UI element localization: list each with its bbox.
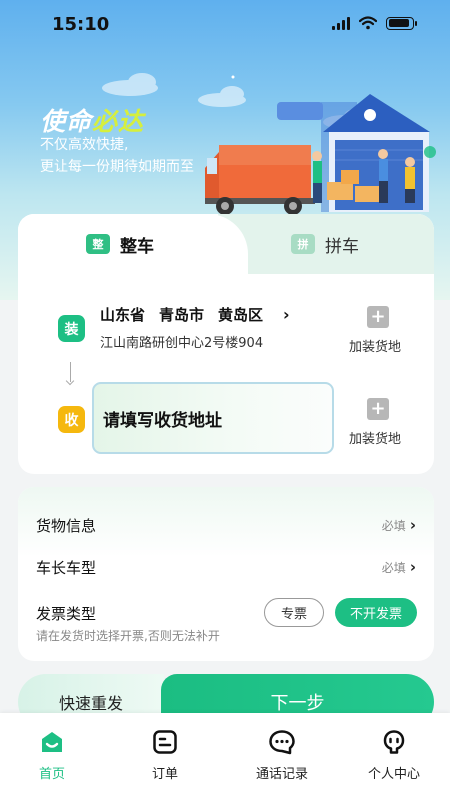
tab-whole-truck[interactable]: 整 整车 (86, 214, 154, 274)
origin-district: 黄岛区 (218, 306, 264, 324)
tabbar-call-records[interactable]: 通话记录 (232, 729, 332, 782)
no-invoice-button[interactable]: 不开发票 (335, 598, 417, 627)
origin-detail-address[interactable]: 江山南路研创中心2号楼904 (100, 332, 263, 351)
truck-type-row[interactable]: 车长车型 必填 › (36, 555, 416, 579)
origin-address[interactable]: 山东省 青岛市 黄岛区 › (100, 304, 290, 325)
load-badge: 装 (58, 315, 85, 342)
tab-shared-truck-label: 拼车 (325, 236, 359, 257)
add-stop-label: 加装货地 (348, 340, 401, 355)
chat-bubble-icon (269, 730, 295, 755)
special-invoice-button[interactable]: 专票 (264, 598, 324, 627)
add-unload-stop-button[interactable]: + 加装货地 (348, 398, 408, 447)
delivery-illustration (205, 94, 436, 215)
tabbar-orders-label: 订单 (151, 767, 178, 782)
goods-info-required: 必填 (381, 518, 406, 533)
slogan: 使命必达 (40, 107, 145, 136)
tab-shared-truck[interactable]: 拼 拼车 (291, 214, 359, 274)
mode-tabs: 整 整车 拼 拼车 (18, 214, 434, 274)
origin-city: 青岛市 (159, 306, 205, 324)
destination-input[interactable]: 请填写收货地址 (92, 382, 334, 454)
route-arrow-icon (70, 362, 72, 382)
goods-info-row[interactable]: 货物信息 必填 › (36, 513, 416, 537)
chevron-right-icon: › (409, 516, 416, 534)
tagline: 不仅高效快捷, 更让每一份期待如期而至 (40, 137, 194, 175)
plus-icon: + (367, 306, 389, 328)
tabbar-home-label: 首页 (38, 767, 65, 782)
invoice-hint: 请在发货时选择开票,否则无法补开 (36, 629, 220, 643)
chevron-right-icon: › (409, 558, 416, 576)
origin-province: 山东省 (100, 306, 146, 324)
person-icon (383, 730, 405, 754)
tab-whole-truck-label: 整车 (120, 236, 154, 257)
route-card: 整 整车 拼 拼车 装 山东省 青岛市 黄岛区 › 江山南路研创中心2号楼904… (18, 214, 434, 474)
bottom-tabbar: 首页 订单 通话记录 个人中心 (0, 713, 450, 800)
truck-type-label: 车长车型 (36, 558, 97, 577)
tabbar-call-records-label: 通话记录 (255, 767, 308, 782)
truck-type-required: 必填 (381, 560, 406, 575)
add-stop-label: 加装货地 (348, 432, 401, 447)
chevron-right-icon: › (283, 305, 290, 324)
order-info-card: 货物信息 必填 › 车长车型 必填 › 发票类型 请在发货时选择开票,否则无法补… (18, 487, 434, 661)
truck-icon: 拼 (291, 234, 315, 254)
truck-icon: 整 (86, 234, 110, 254)
tabbar-orders[interactable]: 订单 (115, 729, 215, 782)
home-icon (42, 732, 62, 752)
tabbar-home[interactable]: 首页 (2, 729, 102, 782)
add-load-stop-button[interactable]: + 加装货地 (348, 306, 408, 355)
invoice-type-label: 发票类型 (36, 605, 97, 623)
receive-badge: 收 (58, 406, 85, 433)
tabbar-profile-label: 个人中心 (367, 767, 420, 782)
orders-icon (153, 730, 177, 754)
tabbar-profile[interactable]: 个人中心 (344, 729, 444, 782)
plus-icon: + (367, 398, 389, 420)
goods-info-label: 货物信息 (36, 516, 97, 535)
